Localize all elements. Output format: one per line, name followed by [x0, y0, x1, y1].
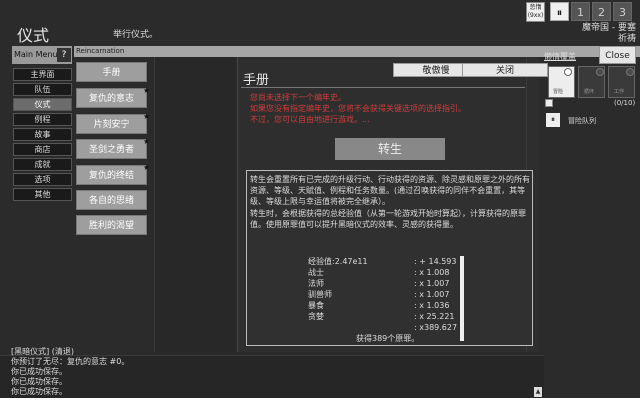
page-title: 仪式	[17, 26, 50, 45]
stat-value: : + 14.593	[414, 257, 457, 266]
help-button[interactable]: ?	[57, 48, 71, 62]
realm-location: 魔帝国 - 要塞	[582, 23, 636, 33]
menu-item-options[interactable]: 选项	[13, 173, 72, 186]
divider	[241, 87, 525, 88]
radio-icon[interactable]	[596, 68, 604, 76]
warning-text: 您尚未选择下一个编年史。	[250, 93, 346, 102]
slot-label: 工作	[614, 89, 625, 95]
log-line: 你已成功保存。	[11, 367, 67, 376]
stat-label: 法师	[308, 279, 324, 288]
rebirth-button[interactable]: 转生	[335, 138, 445, 160]
log-line: 你已成功保存。	[11, 377, 67, 386]
speed-3-button[interactable]: 3	[613, 2, 632, 21]
stat-total: : x389.627	[414, 323, 458, 332]
scroll-up-icon[interactable]: ▲	[534, 387, 542, 397]
star-icon: ★	[143, 86, 151, 95]
close-button[interactable]: 关闭	[462, 63, 548, 77]
list-item[interactable]: 圣剑之勇者	[76, 139, 147, 159]
star-icon: ★	[143, 163, 151, 172]
page-subtitle: 举行仪式。	[113, 30, 159, 40]
slot-label: 冒险	[553, 89, 564, 95]
log-line: 你已成功保存。	[11, 387, 67, 396]
radio-icon[interactable]	[626, 68, 634, 76]
menu-item-home[interactable]: 主界面	[13, 68, 72, 81]
adventure-queue-label: 冒险队列	[568, 117, 596, 125]
content-title: 手册	[243, 73, 270, 88]
mood-value: (9xx)	[527, 12, 544, 19]
stat-label: 驯兽师	[308, 290, 332, 299]
star-icon: ★	[143, 112, 151, 121]
queue-pause-button[interactable]: ⏸	[546, 113, 560, 127]
list-item[interactable]: 复仇的意志	[76, 88, 147, 108]
menu-item-story[interactable]: 故事	[13, 128, 72, 141]
slot-label: 循环	[584, 89, 595, 95]
menu-item-party[interactable]: 队伍	[13, 83, 72, 96]
list-item[interactable]: 片刻安宁	[76, 114, 147, 134]
list-gutter	[154, 57, 236, 352]
stat-value: : x 1.007	[414, 279, 450, 288]
menu-item-achievements[interactable]: 成就	[13, 158, 72, 171]
list-item[interactable]: 胜利的渴望	[76, 215, 147, 235]
stat-value: : x 25.221	[414, 312, 455, 321]
radio-icon[interactable]	[564, 68, 572, 76]
log-line: 你预订了无尽：复仇的意志 #0。	[11, 357, 130, 366]
list-item[interactable]: 各自的思绪	[76, 190, 147, 210]
pause-button[interactable]: ⏸	[550, 2, 569, 21]
list-item-manual[interactable]: 手册	[76, 62, 147, 82]
stat-label: 暴食	[308, 301, 324, 310]
stat-label: 经验值:2.47e11	[308, 257, 368, 266]
warning-text: 如果您没有指定编年史，您将不会获得关键选项的选择指引。	[250, 104, 466, 113]
rebirth-description: 转生会重置所有已完成的升级行动、行动获得的资源、除灵感和原罪之外的所有资源、等级…	[250, 175, 530, 206]
rebirth-result: 获得389个原罪。	[356, 334, 420, 343]
menu-item-ritual[interactable]: 仪式	[13, 98, 72, 111]
rebirth-description: 转生时，会根据获得的总经验值（从第一轮游戏开始时算起），计算获得的原罪值。使用原…	[250, 209, 526, 229]
stat-label: 贪婪	[308, 312, 324, 321]
warning-text: 不过，您可以自由地进行游戏。...	[250, 115, 370, 124]
realm-status: 魔帝国 - 要塞 祈祷	[582, 23, 636, 45]
stat-value: : x 1.036	[414, 301, 450, 310]
overlay-close-button[interactable]: Close	[599, 46, 636, 64]
menu-item-routine[interactable]: 例程	[13, 113, 72, 126]
list-item[interactable]: 复仇的终结	[76, 165, 147, 185]
stat-bracket	[460, 256, 464, 341]
queue-count: (0/10)	[614, 99, 636, 107]
star-icon: ★	[143, 137, 151, 146]
realm-action: 祈祷	[617, 34, 636, 44]
stat-value: : x 1.008	[414, 268, 450, 277]
menu-item-other[interactable]: 其他	[13, 188, 72, 201]
mood-label: 怠惰	[529, 4, 542, 11]
menu-item-shop[interactable]: 商店	[13, 143, 72, 156]
queue-checkbox[interactable]	[545, 99, 553, 107]
speed-1-button[interactable]: 1	[571, 2, 590, 21]
stat-value: : x 1.007	[414, 290, 450, 299]
mood-indicator[interactable]: 怠惰 (9xx)	[526, 2, 545, 22]
log-line: [黑暗仪式] (清退)	[11, 347, 75, 356]
speed-2-button[interactable]: 2	[592, 2, 611, 21]
stat-label: 战士	[308, 268, 324, 277]
sloth-overlay-title: 懒惰覆盖	[544, 52, 576, 61]
